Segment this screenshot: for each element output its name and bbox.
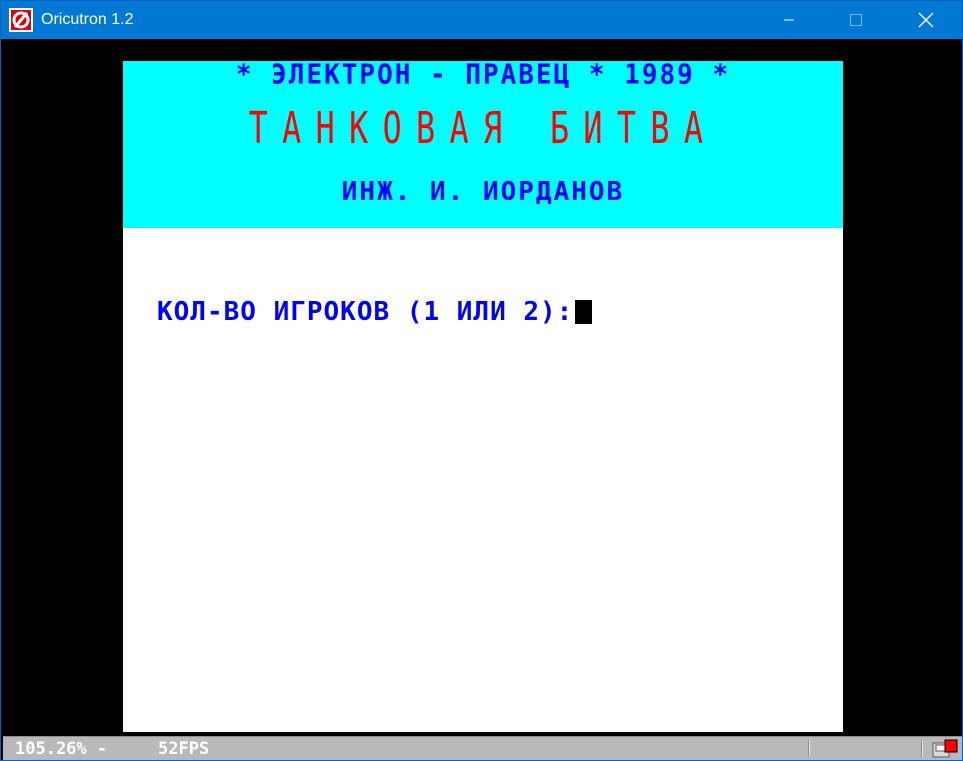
status-bar: 105.26% - 52FPS [3, 736, 962, 760]
game-title: ТАНКОВАЯ БИТВА [248, 103, 718, 154]
author-line: ИНЖ. И. ИОРДАНОВ [341, 177, 625, 207]
maximize-button[interactable] [833, 1, 879, 39]
oric-screen[interactable]: * ЭЛЕКТРОН - ПРАВЕЦ * 1989 * ТАНКОВАЯ БИ… [123, 61, 843, 732]
status-divider [808, 740, 810, 757]
player-count-prompt-row: КОЛ-ВО ИГРОКОВ (1 ИЛИ 2): [157, 297, 593, 327]
disk-activity-icon [931, 739, 959, 759]
game-header-band: * ЭЛЕКТРОН - ПРАВЕЦ * 1989 * ТАНКОВАЯ БИ… [123, 61, 843, 228]
fps-readout: 52FPS [158, 739, 210, 759]
minimize-icon [783, 14, 795, 26]
close-button[interactable] [903, 1, 949, 39]
oricutron-logo-icon[interactable] [9, 8, 33, 32]
status-divider [921, 740, 923, 757]
window-title: Oricutron 1.2 [41, 11, 134, 28]
zoom-readout: 105.26% - [15, 739, 108, 759]
close-icon [918, 12, 934, 28]
text-cursor [575, 300, 593, 324]
credit-line: * ЭЛЕКТРОН - ПРАВЕЦ * 1989 * [235, 61, 731, 91]
emulator-display[interactable]: * ЭЛЕКТРОН - ПРАВЕЦ * 1989 * ТАНКОВАЯ БИ… [3, 39, 962, 736]
player-count-prompt: КОЛ-ВО ИГРОКОВ (1 ИЛИ 2): [157, 297, 574, 327]
maximize-icon [849, 13, 863, 27]
title-bar[interactable]: Oricutron 1.2 [1, 1, 962, 39]
oricutron-window: Oricutron 1.2 * ЭЛЕКТРОН - ПРАВЕЦ * 1989… [0, 0, 963, 761]
minimize-button[interactable] [766, 1, 812, 39]
